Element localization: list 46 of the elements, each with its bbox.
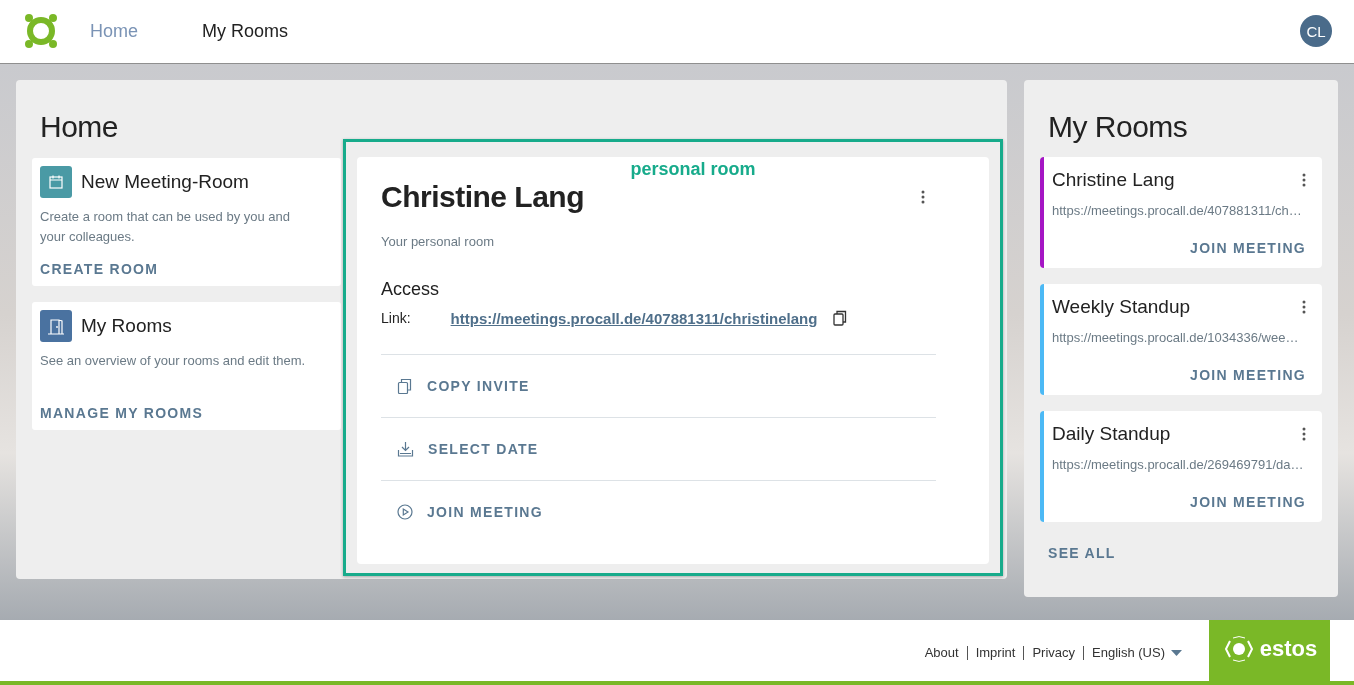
more-options-icon[interactable] (921, 189, 925, 204)
more-options-icon[interactable] (1302, 172, 1306, 187)
nav-link[interactable]: My Rooms (202, 20, 289, 42)
see-all-link[interactable]: SEE ALL (1048, 544, 1116, 561)
section-heading: Access (381, 278, 441, 300)
copy-icon[interactable] (833, 310, 848, 327)
door-icon (47, 316, 65, 335)
nav-link[interactable]: Home (90, 20, 138, 42)
action-row[interactable]: COPY INVITE (381, 353, 936, 417)
room-title: Christine Lang (381, 179, 584, 214)
card-description: Create a room that can be used by you and your colleagues. (40, 207, 292, 246)
card-title: My Rooms (81, 314, 172, 337)
card-action-link[interactable]: MANAGE MY ROOMS (40, 404, 204, 421)
card-title: New Meeting-Room (81, 170, 249, 193)
room-url: https://meetings.procall.de/269469791/da… (1052, 456, 1305, 472)
join-meeting-link[interactable]: JOIN MEETING (1190, 493, 1306, 510)
annotation-label: personal room (630, 158, 756, 180)
footer-link[interactable]: About (916, 645, 967, 660)
room-name: Christine Lang (1052, 168, 1175, 191)
room-url: https://meetings.procall.de/1034336/wee… (1052, 329, 1300, 345)
join-meeting-link[interactable]: JOIN MEETING (1190, 366, 1306, 383)
page-title: Home (40, 109, 120, 144)
card-action-link[interactable]: CREATE ROOM (40, 260, 159, 277)
brand-logo[interactable]: estos (1209, 620, 1330, 681)
room-name: Weekly Standup (1052, 295, 1190, 318)
caret-down-icon (1171, 649, 1182, 656)
panel-title: My Rooms (1048, 109, 1189, 144)
link-label: Link: (381, 310, 411, 327)
play-circle-icon (397, 503, 413, 520)
meeting-link[interactable]: https://meetings.procall.de/407881311/christinelang (450, 309, 818, 327)
room-subtitle: Your personal room (381, 233, 495, 249)
room-url: https://meetings.procall.de/407881311/ch… (1052, 202, 1303, 218)
language-selector[interactable]: English (US) (1083, 645, 1190, 660)
footer-link[interactable]: Imprint (966, 645, 1024, 660)
card-description: See an overview of your rooms and edit them. (40, 351, 307, 370)
action-row[interactable]: SELECT DATE (381, 416, 936, 480)
download-tray-icon (397, 440, 414, 457)
footer-link[interactable]: Privacy (1023, 645, 1084, 660)
join-meeting-link[interactable]: JOIN MEETING (1190, 239, 1306, 256)
room-name: Daily Standup (1052, 422, 1171, 445)
more-options-icon[interactable] (1302, 299, 1306, 314)
more-options-icon[interactable] (1302, 426, 1306, 441)
user-avatar[interactable]: CL (1300, 15, 1332, 48)
copy-icon (397, 377, 413, 394)
action-row[interactable]: JOIN MEETING (381, 479, 936, 543)
calendar-icon (49, 174, 63, 189)
